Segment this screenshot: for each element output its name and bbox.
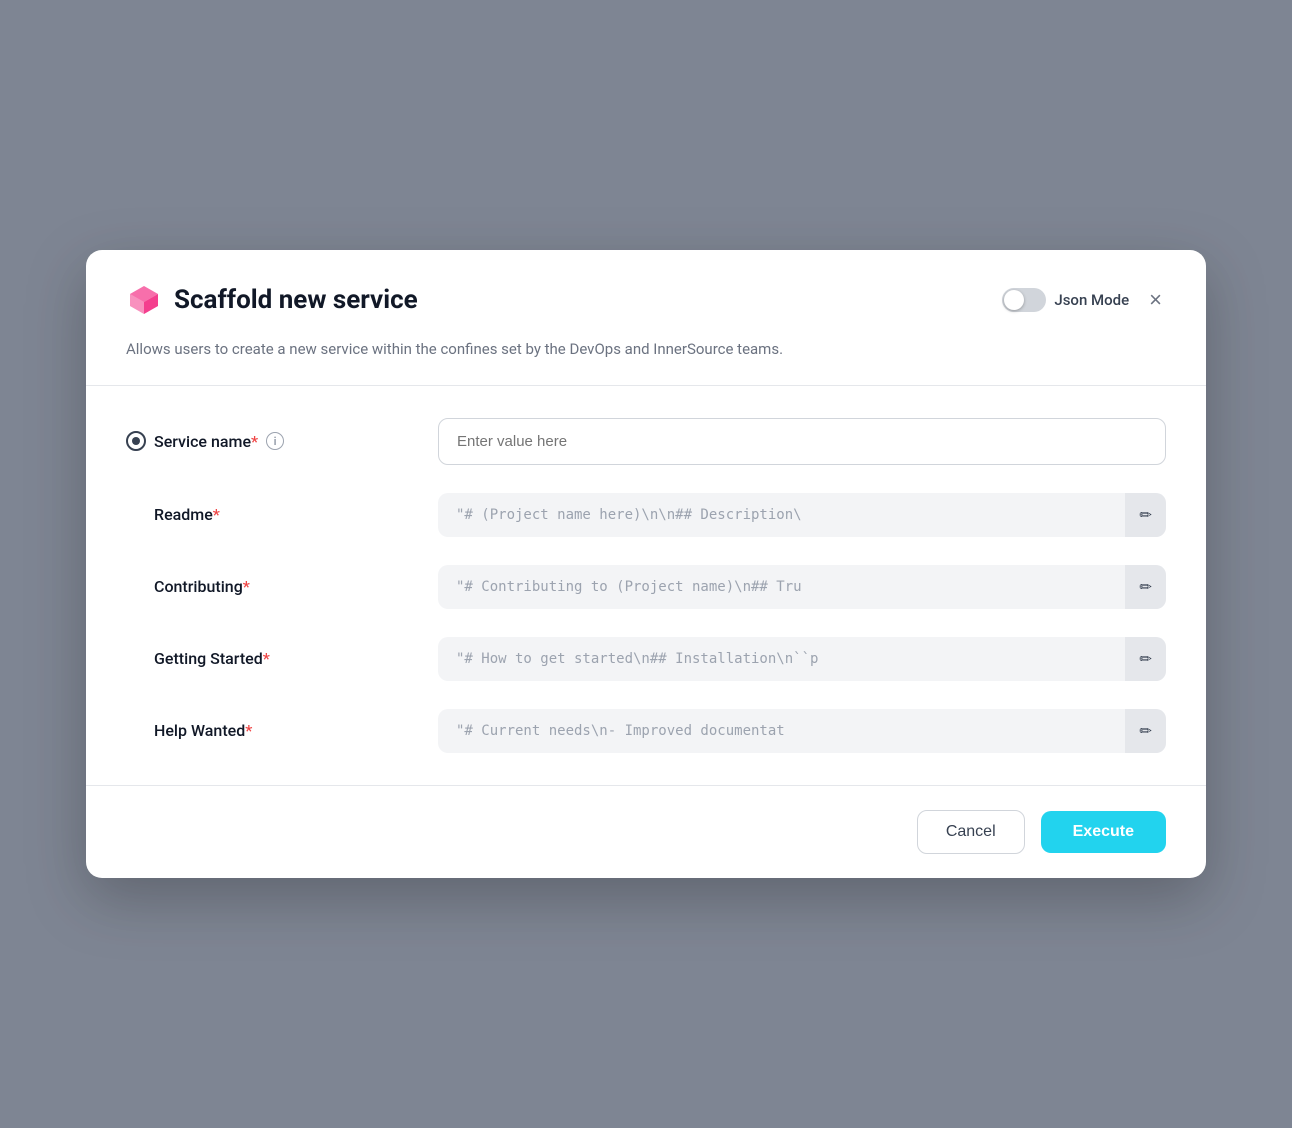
execute-button[interactable]: Execute	[1041, 811, 1166, 853]
textarea-wrapper-contributing: ✏	[438, 565, 1166, 609]
label-area-help-wanted: Help Wanted*	[126, 721, 406, 740]
getting-started-edit-button[interactable]: ✏	[1125, 637, 1166, 681]
input-area-readme: ✏	[438, 493, 1166, 537]
readme-edit-button[interactable]: ✏	[1125, 493, 1166, 537]
contributing-input[interactable]	[438, 565, 1125, 609]
title-row: Scaffold new service	[126, 282, 418, 318]
label-area-readme: Readme*	[126, 505, 406, 524]
scaffold-icon	[126, 282, 162, 318]
json-mode-toggle[interactable]: Json Mode	[1002, 288, 1129, 312]
field-label-service-name: Service name*	[154, 432, 258, 451]
form-row-contributing: Contributing* ✏	[126, 565, 1166, 609]
label-area-contributing: Contributing*	[126, 577, 406, 596]
modal-overlay: Scaffold new service Json Mode × Allows …	[0, 0, 1292, 1128]
modal-body: Service name* i Readme* ✏	[86, 386, 1206, 785]
field-label-contributing: Contributing*	[126, 577, 250, 596]
required-star-help-wanted: *	[245, 721, 252, 740]
field-label-help-wanted: Help Wanted*	[126, 721, 252, 740]
required-star: *	[251, 432, 258, 451]
radio-inner	[132, 437, 140, 445]
readme-input[interactable]	[438, 493, 1125, 537]
json-mode-label: Json Mode	[1054, 291, 1129, 309]
required-star-contributing: *	[243, 577, 250, 596]
form-row-help-wanted: Help Wanted* ✏	[126, 709, 1166, 753]
form-row-service-name: Service name* i	[126, 418, 1166, 465]
help-wanted-input[interactable]	[438, 709, 1125, 753]
input-area-getting-started: ✏	[438, 637, 1166, 681]
scaffold-modal: Scaffold new service Json Mode × Allows …	[86, 250, 1206, 878]
textarea-wrapper-getting-started: ✏	[438, 637, 1166, 681]
textarea-wrapper-readme: ✏	[438, 493, 1166, 537]
textarea-wrapper-help-wanted: ✏	[438, 709, 1166, 753]
field-label-readme: Readme*	[126, 505, 220, 524]
close-button[interactable]: ×	[1145, 285, 1166, 315]
label-area-service-name: Service name* i	[126, 431, 406, 451]
input-area-service-name	[438, 418, 1166, 465]
modal-description: Allows users to create a new service wit…	[86, 338, 1206, 385]
service-name-input[interactable]	[438, 418, 1166, 465]
header-actions: Json Mode ×	[1002, 285, 1166, 315]
toggle-knob	[1004, 290, 1024, 310]
help-wanted-edit-button[interactable]: ✏	[1125, 709, 1166, 753]
getting-started-input[interactable]	[438, 637, 1125, 681]
input-area-contributing: ✏	[438, 565, 1166, 609]
modal-title: Scaffold new service	[174, 285, 418, 315]
required-star-readme: *	[213, 505, 220, 524]
info-icon-service-name[interactable]: i	[266, 432, 284, 450]
label-area-getting-started: Getting Started*	[126, 649, 406, 668]
json-mode-switch[interactable]	[1002, 288, 1046, 312]
modal-footer: Cancel Execute	[86, 786, 1206, 878]
radio-icon-service-name[interactable]	[126, 431, 146, 451]
required-star-getting-started: *	[263, 649, 270, 668]
field-label-getting-started: Getting Started*	[126, 649, 270, 668]
input-area-help-wanted: ✏	[438, 709, 1166, 753]
modal-header: Scaffold new service Json Mode ×	[86, 250, 1206, 338]
cancel-button[interactable]: Cancel	[917, 810, 1025, 854]
form-row-getting-started: Getting Started* ✏	[126, 637, 1166, 681]
contributing-edit-button[interactable]: ✏	[1125, 565, 1166, 609]
form-row-readme: Readme* ✏	[126, 493, 1166, 537]
